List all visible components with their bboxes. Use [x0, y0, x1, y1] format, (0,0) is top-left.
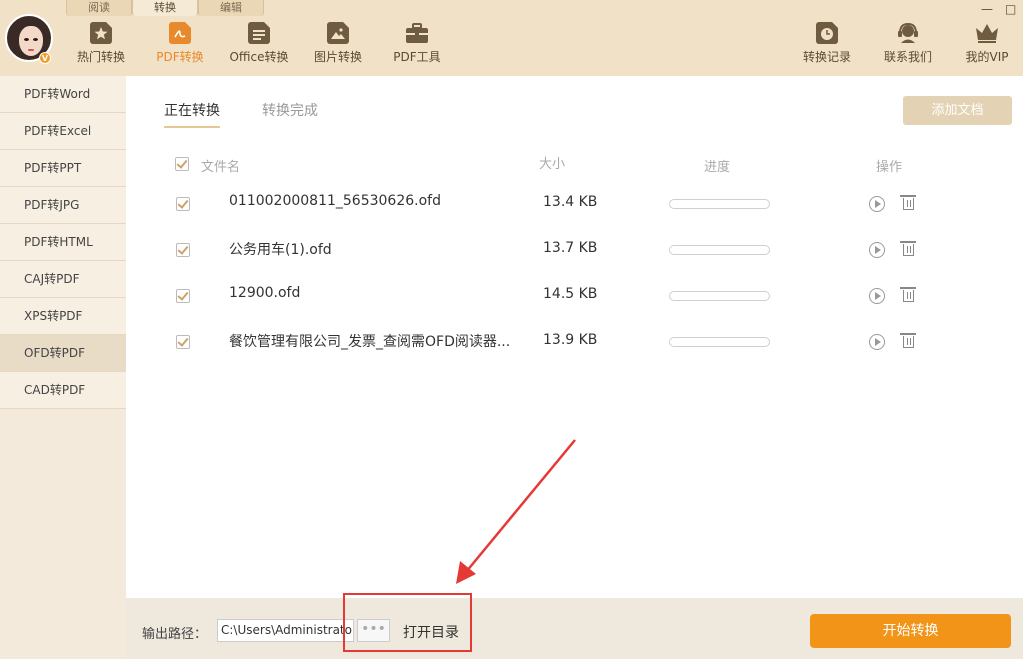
header-action: 操作: [876, 160, 903, 175]
bottom-bar: 输出路径： C:\Users\Administrator\ ••• 打开目录 开…: [126, 598, 1023, 659]
nav-pdf-tools[interactable]: PDF工具: [387, 22, 447, 65]
minimize-button[interactable]: —: [981, 2, 993, 16]
sidebar-item-cad-to-pdf[interactable]: CAD转PDF: [0, 372, 126, 409]
crown-icon: [976, 22, 998, 44]
clock-icon: [816, 22, 838, 44]
play-icon[interactable]: [869, 196, 885, 212]
file-size: 13.7 KB: [543, 240, 598, 256]
row-checkbox[interactable]: [176, 335, 190, 349]
header-filename: 文件名: [201, 160, 241, 175]
headset-icon: [897, 22, 919, 44]
row-checkbox[interactable]: [176, 197, 190, 211]
row-checkbox[interactable]: [176, 289, 190, 303]
app-header: 阅读 转换 编辑 — □ V 热门转换 PDF转换 Office转换 图片转换 …: [0, 0, 1023, 76]
nav-hot-convert[interactable]: 热门转换: [71, 22, 131, 65]
star-doc-icon: [90, 22, 112, 44]
main-panel: 正在转换 转换完成 添加文档 文件名 大小 进度 操作 011002000811…: [126, 76, 1023, 598]
tab-read[interactable]: 阅读: [66, 0, 132, 16]
table-row: 公务用车(1).ofd 13.7 KB: [126, 227, 1023, 273]
window-controls: — □: [981, 2, 1016, 16]
image-doc-icon: [327, 22, 349, 44]
vip-badge: V: [39, 52, 51, 64]
tab-completed[interactable]: 转换完成: [262, 100, 318, 126]
sidebar-item-pdf-to-jpg[interactable]: PDF转JPG: [0, 187, 126, 224]
office-doc-icon: [248, 22, 270, 44]
sidebar-item-caj-to-pdf[interactable]: CAJ转PDF: [0, 261, 126, 298]
play-icon[interactable]: [869, 334, 885, 350]
sidebar: PDF转Word PDF转Excel PDF转PPT PDF转JPG PDF转H…: [0, 76, 126, 659]
header-progress: 进度: [704, 160, 731, 175]
output-path-input[interactable]: C:\Users\Administrator\: [217, 619, 354, 642]
nav-image-convert[interactable]: 图片转换: [308, 22, 368, 65]
header-size: 大小: [539, 157, 566, 172]
sidebar-item-pdf-to-excel[interactable]: PDF转Excel: [0, 113, 126, 150]
nav-contact[interactable]: 联系我们: [878, 22, 938, 65]
nav-label: PDF工具: [393, 50, 441, 64]
table-row: 12900.ofd 14.5 KB: [126, 273, 1023, 319]
nav-pdf-convert[interactable]: PDF转换: [150, 22, 210, 65]
progress-bar: [669, 245, 770, 255]
file-size: 13.4 KB: [543, 194, 598, 210]
progress-bar: [669, 337, 770, 347]
sidebar-item-pdf-to-ppt[interactable]: PDF转PPT: [0, 150, 126, 187]
maximize-button[interactable]: □: [1005, 2, 1016, 16]
tab-converting[interactable]: 正在转换: [164, 100, 220, 128]
nav-label: 热门转换: [76, 50, 125, 64]
play-icon[interactable]: [869, 288, 885, 304]
nav-label: PDF转换: [156, 50, 204, 64]
table-row: 011002000811_56530626.ofd 13.4 KB: [126, 181, 1023, 227]
nav-label: 联系我们: [883, 50, 932, 64]
tab-edit[interactable]: 编辑: [198, 0, 264, 16]
file-name: 12900.ofd: [229, 285, 301, 301]
start-convert-button[interactable]: 开始转换: [810, 614, 1011, 648]
avatar-lip: [28, 49, 34, 51]
nav-label: 转换记录: [802, 50, 851, 64]
trash-icon[interactable]: [900, 287, 916, 302]
tab-convert[interactable]: 转换: [132, 0, 198, 16]
play-icon[interactable]: [869, 242, 885, 258]
nav-vip[interactable]: 我的VIP: [957, 22, 1017, 65]
output-path-label: 输出路径：: [142, 627, 208, 642]
nav-label: 图片转换: [313, 50, 362, 64]
avatar-eye: [24, 38, 29, 41]
select-all-checkbox[interactable]: [175, 157, 189, 171]
file-name: 餐饮管理有限公司_发票_查阅需OFD阅读器...: [229, 334, 511, 350]
avatar-eye: [33, 38, 38, 41]
trash-icon[interactable]: [900, 333, 916, 348]
pdf-doc-icon: [169, 22, 191, 44]
file-size: 13.9 KB: [543, 332, 598, 348]
avatar-face: [19, 26, 43, 56]
progress-bar: [669, 291, 770, 301]
file-size: 14.5 KB: [543, 286, 598, 302]
sidebar-item-pdf-to-html[interactable]: PDF转HTML: [0, 224, 126, 261]
nav-label: 我的VIP: [965, 50, 1009, 64]
table-row: 餐饮管理有限公司_发票_查阅需OFD阅读器... 13.9 KB: [126, 319, 1023, 365]
file-name: 011002000811_56530626.ofd: [229, 193, 441, 209]
file-name: 公务用车(1).ofd: [229, 242, 332, 258]
top-tabs: 阅读 转换 编辑: [66, 0, 264, 16]
sidebar-item-pdf-to-word[interactable]: PDF转Word: [0, 76, 126, 113]
add-document-button[interactable]: 添加文档: [903, 96, 1012, 125]
toolbox-icon: [406, 22, 428, 44]
sidebar-item-ofd-to-pdf[interactable]: OFD转PDF: [0, 335, 126, 372]
sidebar-item-xps-to-pdf[interactable]: XPS转PDF: [0, 298, 126, 335]
annotation-highlight-box: [343, 593, 472, 652]
nav-label: Office转换: [229, 50, 289, 64]
row-checkbox[interactable]: [176, 243, 190, 257]
nav-office-convert[interactable]: Office转换: [229, 22, 289, 65]
trash-icon[interactable]: [900, 241, 916, 256]
nav-history[interactable]: 转换记录: [797, 22, 857, 65]
trash-icon[interactable]: [900, 195, 916, 210]
progress-bar: [669, 199, 770, 209]
